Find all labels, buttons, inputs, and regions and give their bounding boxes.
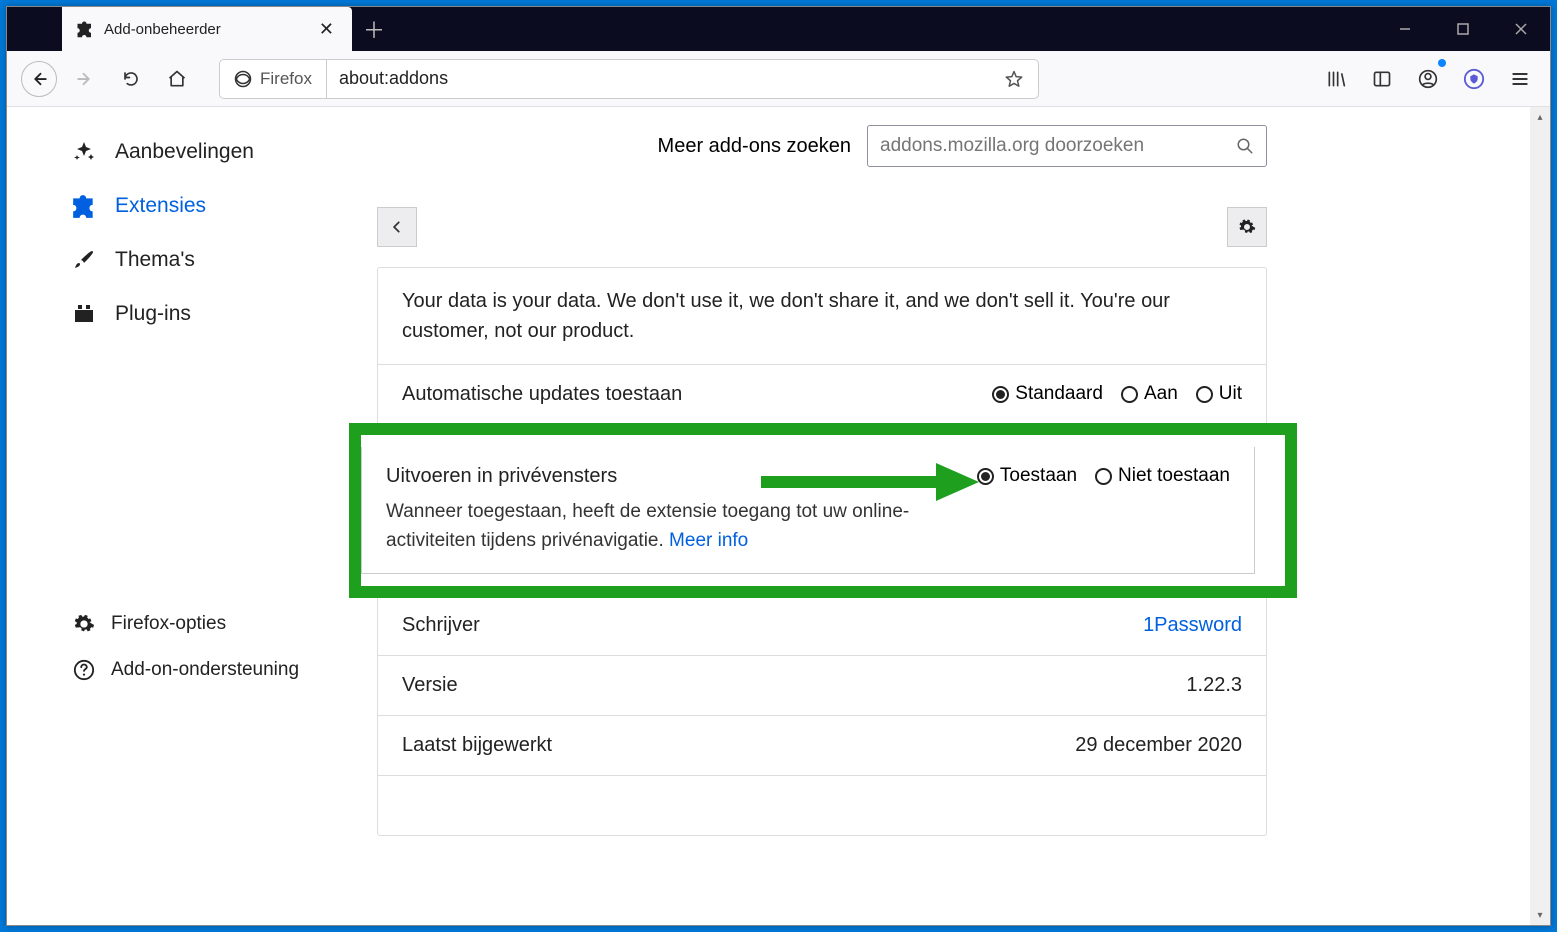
- url-text[interactable]: about:addons: [327, 68, 990, 89]
- private-allow-radio[interactable]: Toestaan: [977, 465, 1077, 487]
- sidebar-item-label: Aanbevelingen: [115, 140, 254, 164]
- window-close-button[interactable]: [1492, 7, 1550, 51]
- page-content: Aanbevelingen Extensies Thema's Plug-ins: [7, 107, 1530, 925]
- app-menu-button[interactable]: [1504, 61, 1536, 97]
- account-button[interactable]: [1412, 61, 1444, 97]
- learn-more-link[interactable]: Meer info: [669, 530, 748, 551]
- private-browsing-radio-group: Toestaan Niet toestaan: [977, 465, 1230, 487]
- author-link[interactable]: 1Password: [1143, 614, 1242, 637]
- plugin-icon: [71, 301, 97, 327]
- auto-updates-off-radio[interactable]: Uit: [1196, 383, 1242, 405]
- url-bar[interactable]: Firefox about:addons: [219, 59, 1039, 99]
- sidebar-item-recommendations[interactable]: Aanbevelingen: [67, 125, 347, 179]
- protections-button[interactable]: [1458, 61, 1490, 97]
- back-button[interactable]: [21, 61, 57, 97]
- sidebar-item-firefox-options[interactable]: Firefox-opties: [67, 601, 347, 647]
- addon-icon: [76, 20, 94, 38]
- private-deny-radio[interactable]: Niet toestaan: [1095, 465, 1230, 487]
- addons-main: Meer add-ons zoeken Your data is your da…: [377, 125, 1297, 836]
- addon-description: Your data is your data. We don't use it,…: [402, 286, 1242, 346]
- sidebar-item-label: Extensies: [115, 194, 206, 218]
- puzzle-icon: [71, 193, 97, 219]
- sidebar-item-themes[interactable]: Thema's: [67, 233, 347, 287]
- identity-label: Firefox: [260, 69, 312, 89]
- auto-updates-default-radio[interactable]: Standaard: [992, 383, 1103, 405]
- close-tab-button[interactable]: ✕: [315, 15, 338, 44]
- sidebar-item-label: Firefox-opties: [111, 613, 226, 635]
- addon-tools-button[interactable]: [1227, 207, 1267, 247]
- sidebar-item-extensions[interactable]: Extensies: [67, 179, 347, 233]
- scroll-down-button[interactable]: ▾: [1530, 905, 1550, 925]
- version-value: 1.22.3: [1186, 674, 1242, 697]
- sparkle-icon: [71, 139, 97, 165]
- library-button[interactable]: [1320, 61, 1352, 97]
- new-tab-button[interactable]: ＋: [352, 7, 396, 51]
- auto-updates-on-radio[interactable]: Aan: [1121, 383, 1178, 405]
- help-icon: [71, 657, 97, 683]
- search-label: Meer add-ons zoeken: [658, 135, 851, 158]
- scroll-up-button[interactable]: ▴: [1530, 107, 1550, 127]
- sidebar-button[interactable]: [1366, 61, 1398, 97]
- sidebar-item-label: Thema's: [115, 248, 195, 272]
- addons-sidebar: Aanbevelingen Extensies Thema's Plug-ins: [7, 125, 377, 836]
- sidebar-item-label: Add-on-ondersteuning: [111, 659, 299, 681]
- back-to-list-button[interactable]: [377, 207, 417, 247]
- home-button[interactable]: [159, 61, 195, 97]
- window-minimize-button[interactable]: [1376, 7, 1434, 51]
- private-browsing-label: Uitvoeren in privévensters: [386, 465, 957, 488]
- identity-box[interactable]: Firefox: [220, 60, 327, 98]
- sidebar-item-plugins[interactable]: Plug-ins: [67, 287, 347, 341]
- last-updated-label: Laatst bijgewerkt: [402, 734, 552, 757]
- firefox-icon: [234, 70, 252, 88]
- vertical-scrollbar[interactable]: ▴ ▾: [1530, 107, 1550, 925]
- tab-strip: Add-onbeheerder ✕ ＋: [7, 7, 1550, 51]
- author-label: Schrijver: [402, 614, 480, 637]
- version-label: Versie: [402, 674, 458, 697]
- auto-updates-label: Automatische updates toestaan: [402, 383, 682, 406]
- sidebar-item-label: Plug-ins: [115, 302, 191, 326]
- brush-icon: [71, 247, 97, 273]
- annotation-highlight-box: Uitvoeren in privévensters Wanneer toege…: [349, 423, 1297, 598]
- tab-title: Add-onbeheerder: [104, 21, 305, 38]
- browser-tab[interactable]: Add-onbeheerder ✕: [62, 7, 352, 51]
- private-browsing-description: Wanneer toegestaan, heeft de extensie to…: [386, 498, 957, 555]
- addon-search-input[interactable]: [880, 135, 1236, 157]
- last-updated-value: 29 december 2020: [1075, 734, 1242, 757]
- gear-icon: [71, 611, 97, 637]
- forward-button[interactable]: [67, 61, 103, 97]
- addon-detail-panel: Your data is your data. We don't use it,…: [377, 267, 1267, 425]
- window-maximize-button[interactable]: [1434, 7, 1492, 51]
- navigation-toolbar: Firefox about:addons: [7, 51, 1550, 107]
- bookmark-star-button[interactable]: [990, 69, 1038, 89]
- sidebar-item-addon-support[interactable]: Add-on-ondersteuning: [67, 647, 347, 693]
- search-icon[interactable]: [1236, 137, 1254, 155]
- auto-updates-radio-group: Standaard Aan Uit: [992, 383, 1242, 405]
- reload-button[interactable]: [113, 61, 149, 97]
- addon-meta-panel: Schrijver 1Password Versie 1.22.3 Laatst…: [377, 596, 1267, 836]
- addon-search-box[interactable]: [867, 125, 1267, 167]
